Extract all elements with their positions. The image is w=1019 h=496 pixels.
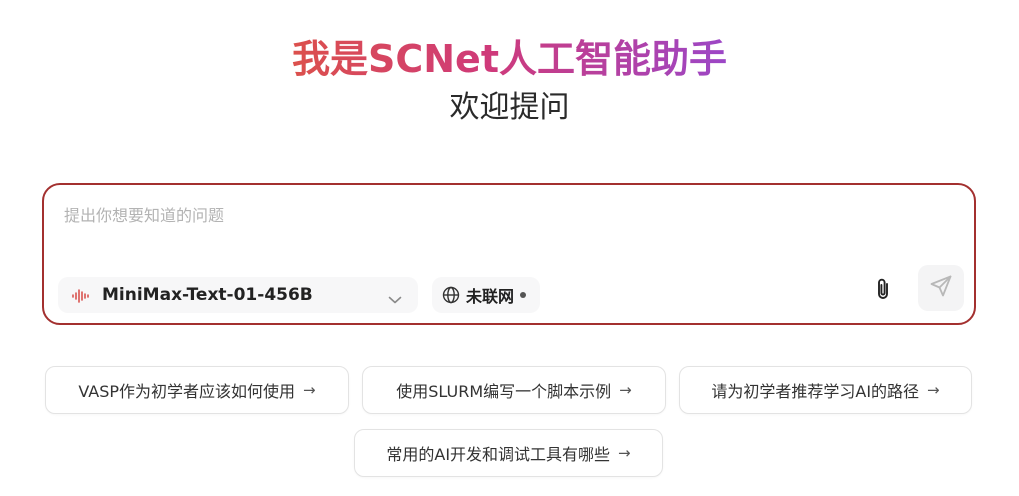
status-dot [520,292,527,298]
prompt-composer: MiniMax-Text-01-456B 未联网 [42,183,976,325]
hero-subtitle: 欢迎提问 [449,90,570,125]
globe-icon [442,286,460,304]
chat-landing-page: 我是SCNet人工智能助手 欢迎提问 MiniMax-Text-01-456B [0,0,1019,496]
model-selector[interactable]: MiniMax-Text-01-456B [58,277,418,313]
chevron-down-icon [388,290,402,304]
arrow-right-icon: → [619,381,632,399]
suggestion-chip[interactable]: 常用的AI开发和调试工具有哪些 → [354,429,663,477]
attach-file-button[interactable] [866,273,900,309]
arrow-right-icon: → [618,444,631,462]
web-search-label: 未联网 [466,287,515,306]
suggestion-label: 请为初学者推荐学习AI的路径 [711,382,920,401]
suggestion-label: VASP作为初学者应该如何使用 [78,382,296,401]
suggestion-label: 常用的AI开发和调试工具有哪些 [386,445,611,464]
model-selector-label: MiniMax-Text-01-456B [102,285,313,305]
suggestion-label: 使用SLURM编写一个脚本示例 [396,382,612,401]
web-search-toggle[interactable]: 未联网 [432,277,540,313]
prompt-input[interactable] [64,201,944,229]
paperclip-icon [874,277,892,305]
arrow-right-icon: → [303,381,316,399]
send-button[interactable] [918,265,964,311]
arrow-right-icon: → [927,381,940,399]
suggestion-chip[interactable]: 使用SLURM编写一个脚本示例 → [362,366,666,414]
suggestion-chip[interactable]: VASP作为初学者应该如何使用 → [45,366,349,414]
send-icon [929,274,953,302]
suggestion-chip[interactable]: 请为初学者推荐学习AI的路径 → [679,366,972,414]
waveform-icon [72,288,90,303]
hero-title: 我是SCNet人工智能助手 [0,33,1019,85]
